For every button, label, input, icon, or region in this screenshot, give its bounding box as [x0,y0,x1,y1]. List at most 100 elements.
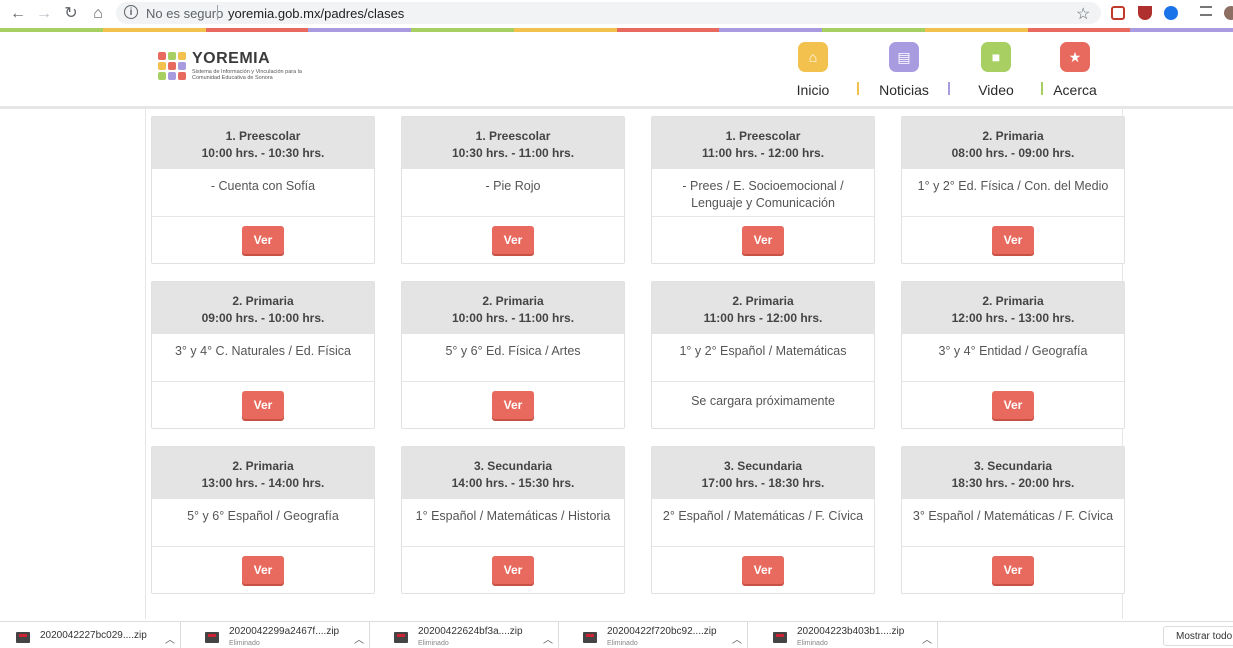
class-card: 2. Primaria 09:00 hrs. - 10:00 hrs. 3° y… [151,281,375,429]
account-extension-icon[interactable] [1164,6,1178,20]
chevron-up-icon[interactable]: ︿ [543,631,553,646]
download-status: Eliminado [797,640,828,647]
nav-divider [948,82,950,95]
ver-button[interactable]: Ver [992,391,1034,419]
nav-acerca-label: Acerca [1053,82,1097,98]
ver-button[interactable]: Ver [992,226,1034,254]
ver-button[interactable]: Ver [242,556,284,584]
address-bar[interactable]: i No es seguro yoremia.gob.mx/padres/cla… [116,2,1101,24]
class-level: 2. Primaria [482,294,544,308]
ver-button[interactable]: Ver [992,556,1034,584]
class-card-header: 3. Secundaria 18:30 hrs. - 20:00 hrs. [902,447,1124,499]
downloads-bar: 2020042227bc029....zip ︿ 2020042299a2467… [0,621,1233,648]
class-subject: 2° Español / Matemáticas / F. Cívica [652,499,874,547]
class-level: 2. Primaria [232,294,294,308]
class-time: 13:00 hrs. - 14:00 hrs. [201,476,325,490]
class-subject: - Prees / E. Socioemocional / Lenguaje y… [652,169,874,217]
shield-extension-icon[interactable] [1138,6,1152,20]
download-filename: 20200422f720bc92....zip [607,626,717,637]
class-time: 11:00 hrs - 12:00 hrs. [703,311,823,325]
ver-button[interactable]: Ver [742,556,784,584]
download-item[interactable]: 2020042227bc029....zip ︿ [0,622,181,648]
class-level: 2. Primaria [232,459,294,473]
zip-file-icon [773,632,787,643]
class-time: 11:00 hrs. - 12:00 hrs. [701,146,825,160]
class-card-footer: Se cargara próximamente [652,382,874,428]
download-item[interactable]: 2020042299a2467f....zip Eliminado ︿ [189,622,370,648]
chevron-up-icon[interactable]: ︿ [165,631,175,646]
class-card-header: 2. Primaria 13:00 hrs. - 14:00 hrs. [152,447,374,499]
class-time: 09:00 hrs. - 10:00 hrs. [201,311,325,325]
chevron-up-icon[interactable]: ︿ [354,631,364,646]
nav-video[interactable]: ■ Video [951,42,1041,98]
classes-grid: 1. Preescolar 10:00 hrs. - 10:30 hrs. - … [145,109,1125,619]
download-filename: 20200422624bf3a....zip [418,626,523,637]
zip-file-icon [16,632,30,643]
class-card: 3. Secundaria 18:30 hrs. - 20:00 hrs. 3°… [901,446,1125,594]
site-header: YOREMIA Sistema de Información y Vincula… [0,32,1233,109]
class-card: 3. Secundaria 14:00 hrs. - 15:30 hrs. 1°… [401,446,625,594]
browser-toolbar: ← → ↻ ⌂ i No es seguro yoremia.gob.mx/pa… [0,0,1233,28]
class-card-header: 2. Primaria 08:00 hrs. - 09:00 hrs. [902,117,1124,169]
class-time: 10:30 hrs. - 11:00 hrs. [451,146,575,160]
download-status: Eliminado [229,640,260,647]
ver-button[interactable]: Ver [492,226,534,254]
reload-icon[interactable]: ↻ [61,4,81,24]
nav-noticias[interactable]: ▤ Noticias [859,42,949,98]
video-icon: ■ [981,42,1011,72]
ver-button[interactable]: Ver [742,226,784,254]
class-card-header: 2. Primaria 09:00 hrs. - 10:00 hrs. [152,282,374,334]
class-card: 1. Preescolar 11:00 hrs. - 12:00 hrs. - … [651,116,875,264]
class-level: 2. Primaria [732,294,794,308]
class-time: 10:00 hrs. - 11:00 hrs. [451,311,575,325]
class-card-header: 2. Primaria 10:00 hrs. - 11:00 hrs. [402,282,624,334]
class-time: 18:30 hrs. - 20:00 hrs. [951,476,1075,490]
class-card-footer: Ver [902,547,1124,593]
nav-inicio[interactable]: ⌂ Inicio [768,42,858,98]
address-divider [217,5,218,20]
chevron-up-icon[interactable]: ︿ [922,631,932,646]
ver-button[interactable]: Ver [492,391,534,419]
download-filename: 202004223b403b1....zip [797,626,905,637]
class-card-header: 1. Preescolar 11:00 hrs. - 12:00 hrs. [652,117,874,169]
ver-button[interactable]: Ver [242,391,284,419]
class-card: 2. Primaria 10:00 hrs. - 11:00 hrs. 5° y… [401,281,625,429]
profile-avatar-icon[interactable] [1224,6,1233,20]
ver-button[interactable]: Ver [242,226,284,254]
class-time: 12:00 hrs. - 13:00 hrs. [951,311,1075,325]
info-icon[interactable]: i [124,5,138,19]
class-card-footer: Ver [402,547,624,593]
class-card: 2. Primaria 11:00 hrs - 12:00 hrs. 1° y … [651,281,875,429]
class-card-header: 2. Primaria 11:00 hrs - 12:00 hrs. [652,282,874,334]
class-card-footer: Ver [152,382,374,428]
download-item[interactable]: 20200422f720bc92....zip Eliminado ︿ [567,622,748,648]
class-time: 08:00 hrs. - 09:00 hrs. [951,146,1075,160]
reading-list-icon[interactable] [1200,6,1212,16]
class-subject: 3° y 4° Entidad / Geografía [902,334,1124,382]
class-card-footer: Ver [152,547,374,593]
class-level: 3. Secundaria [723,459,803,473]
nav-acerca[interactable]: ★ Acerca [1030,42,1120,98]
class-subject: 1° y 2° Español / Matemáticas [652,334,874,382]
zip-file-icon [394,632,408,643]
class-subject: 5° y 6° Español / Geografía [152,499,374,547]
class-card-header: 3. Secundaria 17:00 hrs. - 18:30 hrs. [652,447,874,499]
back-icon[interactable]: ← [8,4,28,24]
url-text[interactable]: yoremia.gob.mx/padres/clases [228,6,404,21]
download-item[interactable]: 202004223b403b1....zip Eliminado ︿ [757,622,938,648]
chevron-up-icon[interactable]: ︿ [732,631,742,646]
home-nav-icon[interactable]: ⌂ [88,4,108,24]
download-item[interactable]: 20200422624bf3a....zip Eliminado ︿ [378,622,559,648]
show-all-downloads-button[interactable]: Mostrar todo [1163,626,1233,646]
nav-noticias-label: Noticias [879,82,929,98]
pocket-extension-icon[interactable] [1111,6,1125,20]
class-level: 1. Preescolar [475,129,551,143]
class-level: 2. Primaria [982,294,1044,308]
coming-soon-text: Se cargara próximamente [691,394,835,408]
security-label: No es seguro [146,6,224,21]
forward-icon[interactable]: → [34,4,54,24]
class-subject: - Pie Rojo [402,169,624,217]
class-subject: 3° y 4° C. Naturales / Ed. Física [152,334,374,382]
bookmark-star-icon[interactable]: ☆ [1076,4,1090,24]
ver-button[interactable]: Ver [492,556,534,584]
